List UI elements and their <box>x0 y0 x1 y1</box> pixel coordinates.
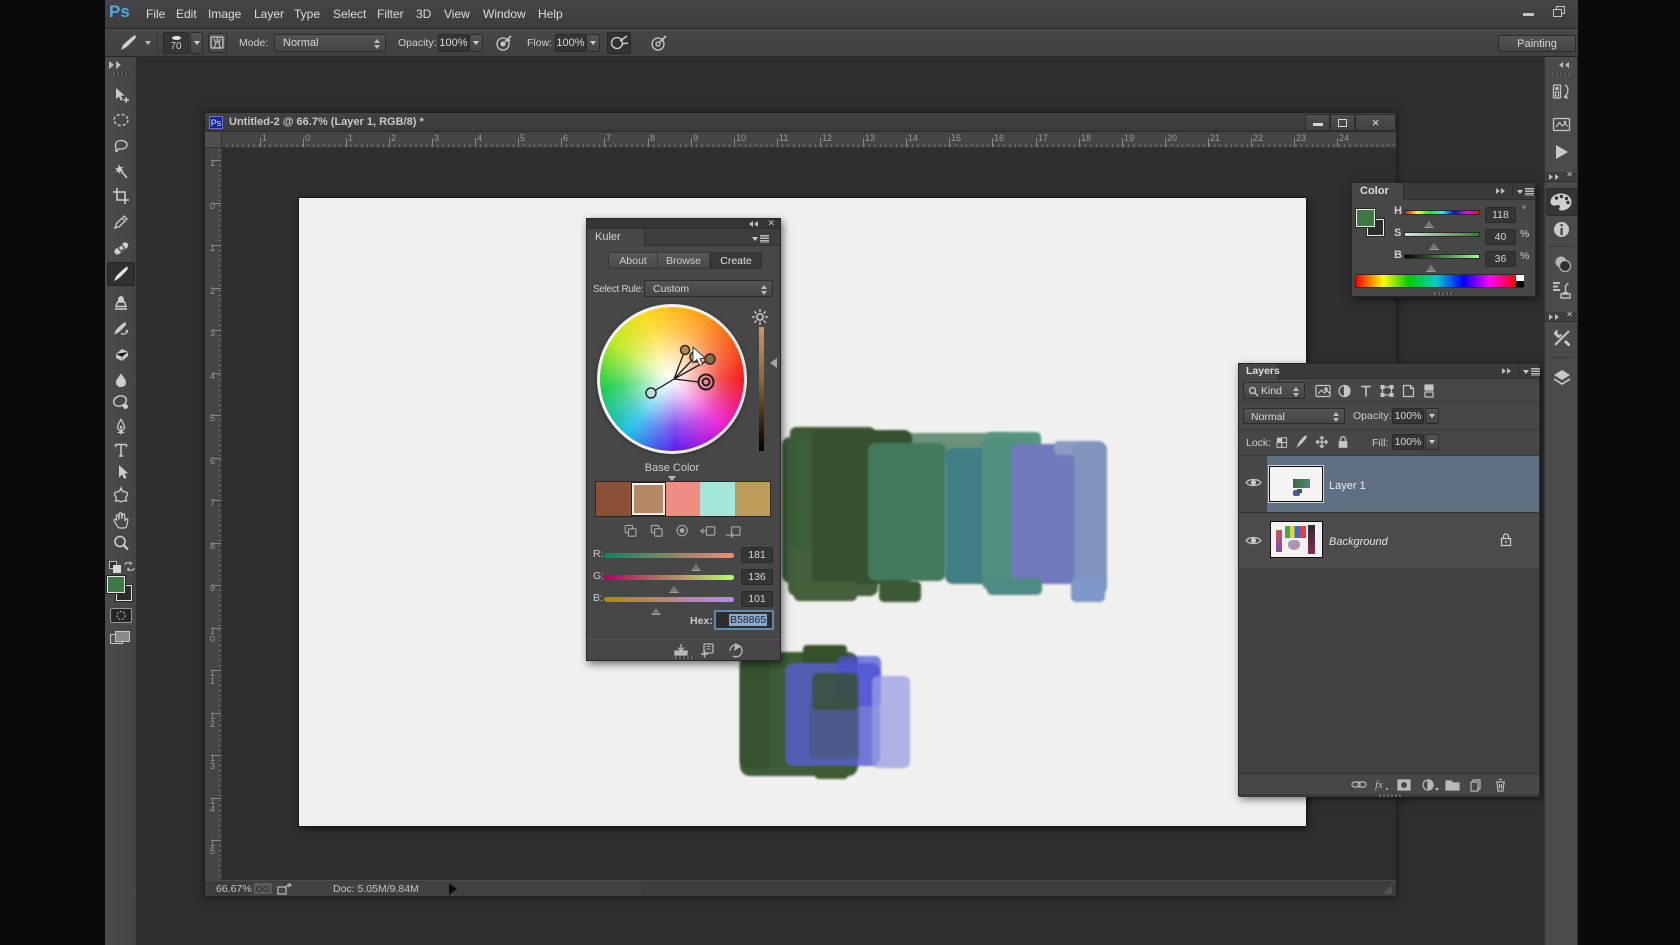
svg-text:fx: fx <box>1375 779 1383 791</box>
